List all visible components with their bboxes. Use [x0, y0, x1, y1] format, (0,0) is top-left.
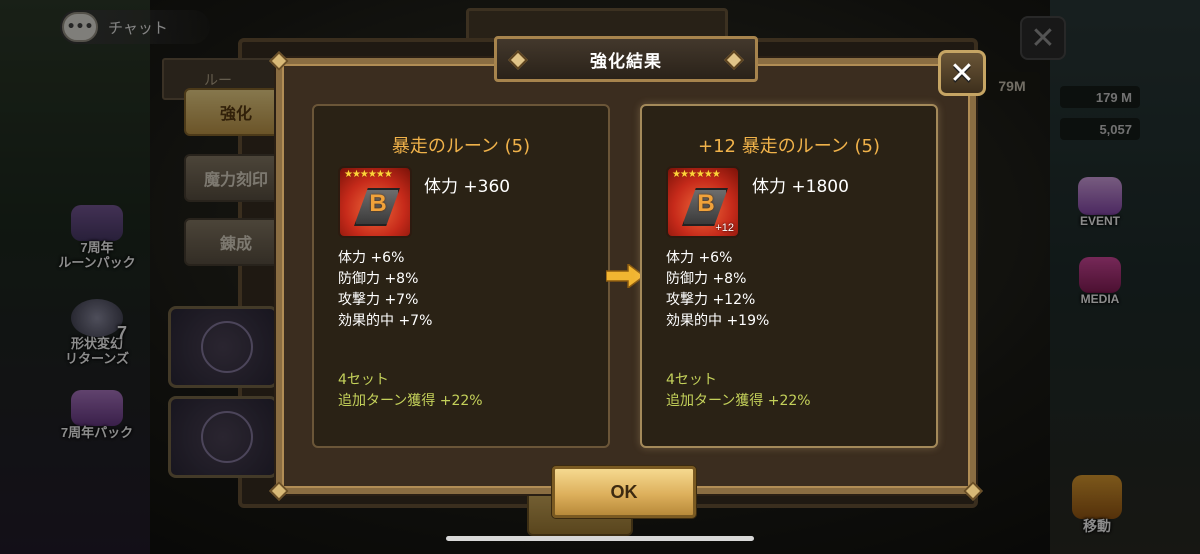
- set-info: 4セット 追加ターン獲得 +22%: [338, 370, 483, 412]
- close-button[interactable]: ✕: [938, 50, 986, 96]
- diamond-ornament: [724, 50, 744, 70]
- rune-card-before: 暴走のルーン (5) ★★★★★★ B 体力 +360 体力 +6% 防御力 +…: [312, 104, 610, 448]
- rune-card-after: +12 暴走のルーン (5) ★★★★★★ B +12 体力 +1800 体力 …: [640, 104, 938, 448]
- rune-level-badge: +12: [715, 222, 734, 234]
- substat-row: 防御力 +8%: [338, 271, 419, 287]
- set-effect: 追加ターン獲得 +22%: [666, 393, 811, 409]
- rune-title: 暴走のルーン (5): [391, 136, 531, 157]
- rune-letter: B: [697, 190, 715, 217]
- substat-row: 攻撃力 +12%: [666, 292, 756, 308]
- diamond-ornament: [508, 50, 528, 70]
- set-info: 4セット 追加ターン獲得 +22%: [666, 370, 811, 412]
- ok-button[interactable]: OK: [552, 466, 696, 518]
- rune-icon: ★★★★★★ B: [338, 166, 412, 238]
- rune-icon: ★★★★★★ B +12: [666, 166, 740, 238]
- main-stat: 体力 +1800: [752, 177, 849, 197]
- set-name: 4セット: [666, 372, 717, 388]
- substat-row: 攻撃力 +7%: [338, 292, 419, 308]
- dialog-title: 強化結果: [590, 51, 662, 72]
- substat-row: 体力 +6%: [338, 250, 405, 266]
- dialog-title-plate: 強化結果: [494, 36, 758, 82]
- set-effect: 追加ターン獲得 +22%: [338, 393, 483, 409]
- substat-row: 効果的中 +7%: [338, 313, 433, 329]
- main-stat: 体力 +360: [424, 177, 511, 197]
- substat-row: 防御力 +8%: [666, 271, 747, 287]
- star-rating: ★★★★★★: [672, 169, 721, 180]
- set-name: 4セット: [338, 372, 389, 388]
- substat-list: 体力 +6% 防御力 +8% 攻撃力 +12% 効果的中 +19%: [666, 248, 769, 332]
- star-rating: ★★★★★★: [344, 169, 393, 180]
- substat-list: 体力 +6% 防御力 +8% 攻撃力 +7% 効果的中 +7%: [338, 248, 432, 332]
- rune-letter: B: [369, 190, 387, 217]
- substat-row: 効果的中 +19%: [666, 313, 770, 329]
- home-indicator[interactable]: [446, 536, 754, 541]
- substat-row: 体力 +6%: [666, 250, 733, 266]
- rune-title: +12 暴走のルーン (5): [697, 136, 881, 157]
- arrow-right-icon: [606, 264, 644, 288]
- close-icon: ✕: [949, 55, 975, 91]
